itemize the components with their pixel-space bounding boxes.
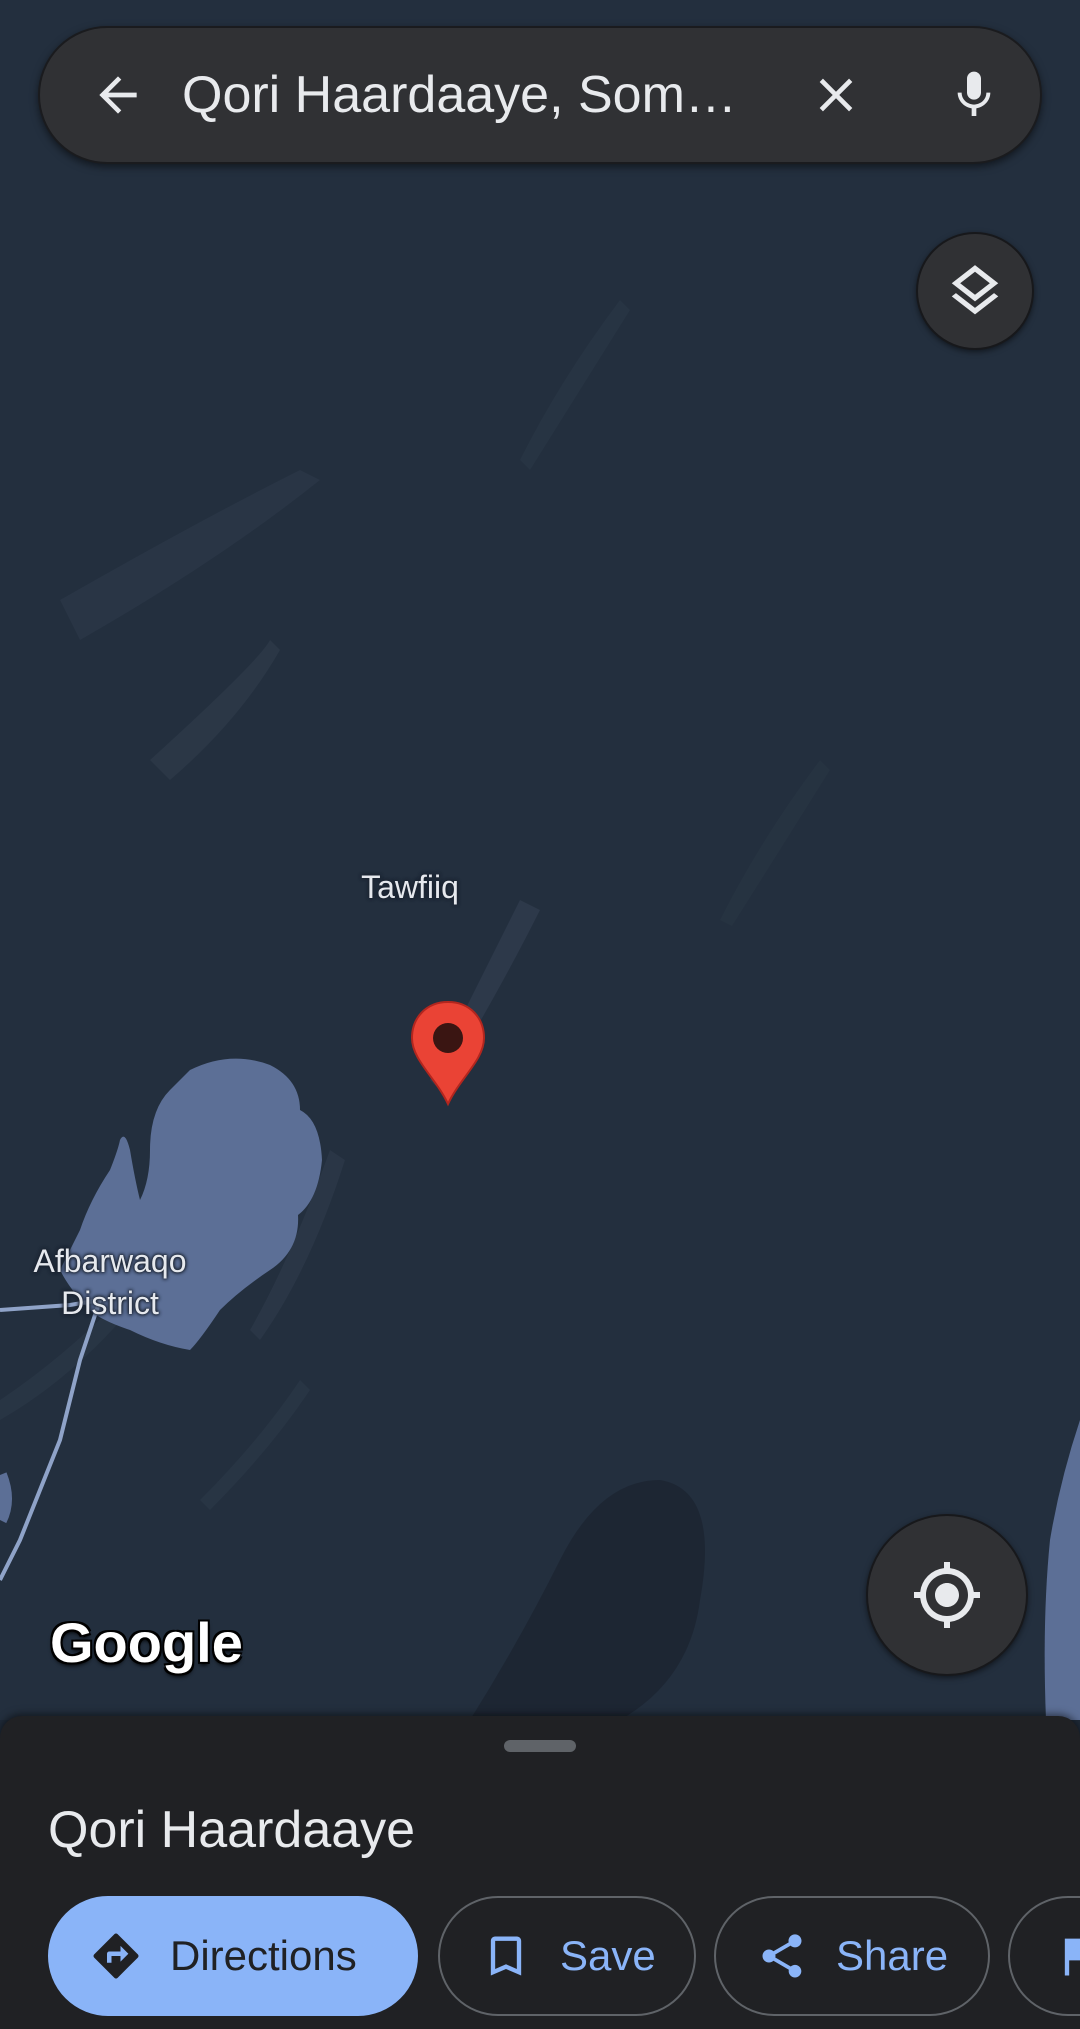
search-bar[interactable]: Qori Haardaaye, Som… [38,26,1042,164]
directions-label: Directions [170,1932,357,1979]
save-label: Save [560,1932,656,1979]
bookmark-icon [476,1926,536,1986]
microphone-icon [957,71,991,116]
share-label: Share [836,1932,949,1979]
share-button[interactable]: Share [714,1896,990,2016]
save-button[interactable]: Save [438,1896,696,2016]
google-logo: Google [50,1611,243,1674]
my-location-button[interactable] [866,1514,1028,1676]
action-chip-row: Directions Save Share [0,1896,1080,2020]
directions-button[interactable]: Directions [48,1896,418,2016]
share-icon [752,1926,812,1986]
place-bottom-sheet[interactable]: Qori Haardaaye Directions Save Share [0,1716,1080,2029]
arrow-back-icon [99,76,137,114]
directions-icon [86,1926,146,1986]
my-location-icon [914,1562,980,1628]
more-actions-button[interactable] [1008,1896,1080,2016]
layers-icon [951,265,999,315]
district-label-line1: Afbarwaqo [33,1243,187,1279]
map-canvas[interactable]: Tawfiiq Afbarwaqo District Google [0,0,1080,1720]
search-query-text[interactable]: Qori Haardaaye, Som… [182,28,782,162]
place-title: Qori Haardaaye [48,1801,416,1859]
district-label-line2: District [61,1285,159,1321]
back-button[interactable] [80,57,156,133]
place-label-afbarwaqo-district[interactable]: Afbarwaqo District [0,1240,220,1324]
drag-handle[interactable] [504,1740,576,1752]
clear-search-button[interactable] [798,57,874,133]
terrain-background [0,0,1080,1720]
voice-search-button[interactable] [936,57,1012,133]
place-label-tawfiiq[interactable]: Tawfiiq [330,866,490,908]
close-icon [819,78,853,112]
map-layers-button[interactable] [916,232,1034,350]
location-pin-icon[interactable] [408,998,488,1108]
flag-icon [1050,1926,1080,1986]
